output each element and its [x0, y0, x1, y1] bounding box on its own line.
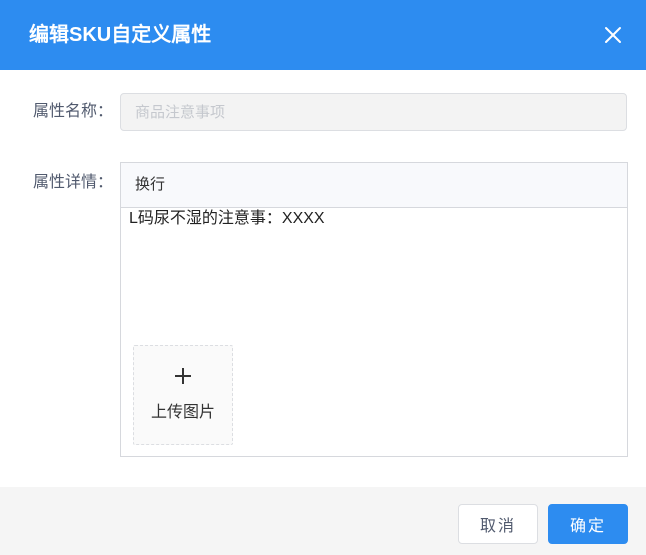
line-break-button[interactable]: 换行 — [135, 175, 165, 195]
attribute-name-input[interactable] — [120, 93, 627, 131]
close-icon — [605, 27, 621, 43]
cancel-button[interactable]: 取消 — [458, 504, 538, 544]
close-button[interactable] — [600, 22, 626, 48]
edit-sku-attribute-dialog: 编辑SKU自定义属性 属性名称： 属性详情： 换行 L码尿不湿的注意事：XXXX… — [0, 0, 646, 555]
dialog-footer: 取消 确定 — [0, 487, 646, 555]
editor-toolbar: 换行 — [121, 163, 627, 208]
dialog-title: 编辑SKU自定义属性 — [29, 24, 212, 46]
dialog-header: 编辑SKU自定义属性 — [0, 0, 646, 70]
upload-image-button[interactable]: 上传图片 — [133, 345, 233, 445]
attribute-detail-label: 属性详情： — [33, 174, 114, 191]
confirm-button[interactable]: 确定 — [548, 504, 628, 544]
attribute-name-label: 属性名称： — [33, 103, 114, 120]
upload-image-label: 上传图片 — [150, 404, 215, 421]
editor-content[interactable]: L码尿不湿的注意事：XXXX — [129, 208, 619, 230]
plus-icon — [175, 368, 191, 384]
attribute-detail-editor[interactable]: 换行 L码尿不湿的注意事：XXXX 上传图片 — [120, 162, 628, 457]
